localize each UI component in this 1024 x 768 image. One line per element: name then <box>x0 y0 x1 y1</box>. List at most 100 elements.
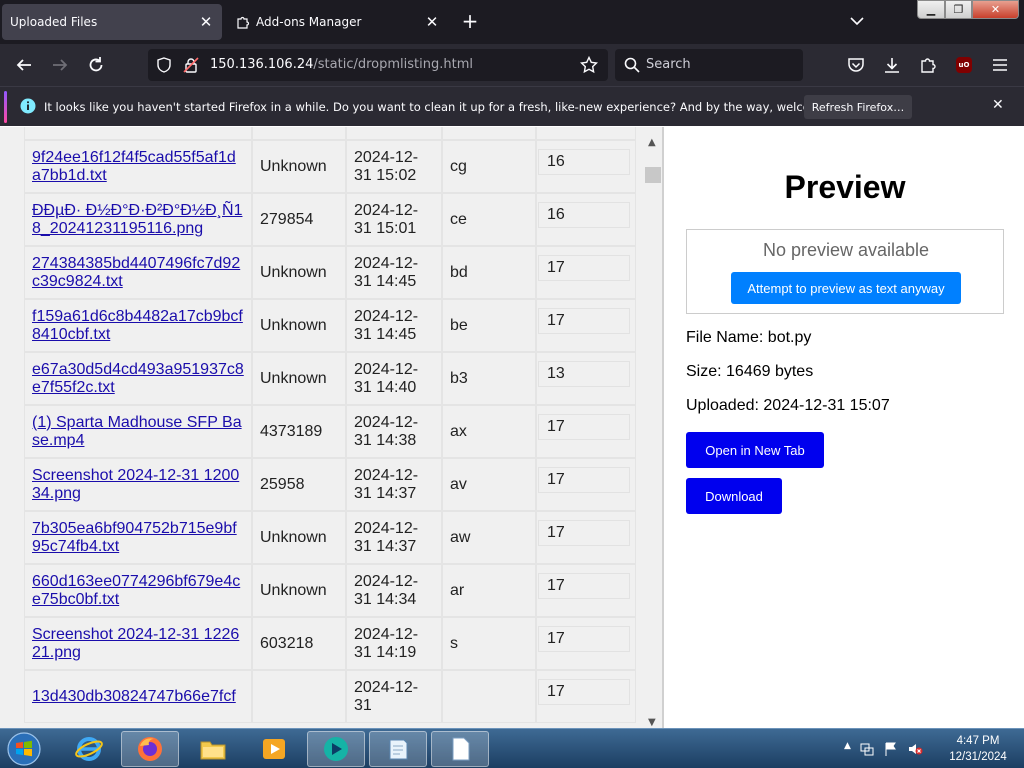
open-new-tab-button[interactable]: Open in New Tab <box>686 432 824 468</box>
file-count-cell: 16 <box>536 140 636 193</box>
file-size-info: Size: 16469 bytes <box>686 363 814 380</box>
close-tab-icon[interactable]: ✕ <box>424 13 440 31</box>
close-notification-icon[interactable]: ✕ <box>992 97 1004 113</box>
window-close-button[interactable]: ✕ <box>972 0 1019 19</box>
close-tab-icon[interactable]: ✕ <box>198 13 214 31</box>
file-size-cell: Unknown <box>252 564 346 617</box>
file-name-cell: 274384385bd4407496fc7d92c39c9824.txt <box>24 246 252 299</box>
file-count-cell: 17 <box>536 617 636 670</box>
hamburger-menu-icon <box>993 59 1007 71</box>
taskbar-internet-explorer[interactable] <box>60 731 118 767</box>
file-size-cell: 603218 <box>252 617 346 670</box>
url-text[interactable]: 150.136.106.24/static/dropmlisting.html <box>210 57 473 72</box>
file-name-cell: e67a30d5d4cd493a951937c8e7f55f2c.txt <box>24 352 252 405</box>
taskbar-app-teal[interactable] <box>307 731 365 767</box>
tab-strip: Uploaded Files ✕ Add-ons Manager ✕ + ▁ ❐… <box>0 0 1024 44</box>
reload-button[interactable] <box>84 53 108 77</box>
file-name-cell: Screenshot 2024-12-31 120034.png <box>24 458 252 511</box>
bookmark-star-icon[interactable] <box>580 56 598 74</box>
start-button[interactable] <box>4 730 44 768</box>
count-value: 17 <box>538 414 630 440</box>
document-icon <box>452 737 470 761</box>
attempt-preview-button[interactable]: Attempt to preview as text anyway <box>731 272 961 304</box>
tab-uploaded-files[interactable]: Uploaded Files ✕ <box>2 4 222 40</box>
file-size-cell <box>252 670 346 723</box>
scroll-up-arrow-icon[interactable]: ▲ <box>648 137 656 148</box>
extensions-button[interactable] <box>916 53 940 77</box>
file-date-cell: 2024-12-31 14:37 <box>346 511 442 564</box>
file-link[interactable]: Screenshot 2024-12-31 120034.png <box>32 467 244 503</box>
action-center-flag-icon[interactable] <box>883 741 899 757</box>
file-code-cell: cg <box>442 140 536 193</box>
vertical-scrollbar[interactable]: ▲ ▼ <box>642 127 662 728</box>
search-bar[interactable]: Search <box>615 49 803 81</box>
taskbar-notepad-window[interactable] <box>369 731 427 767</box>
back-button[interactable] <box>12 53 36 77</box>
file-name-cell: Screenshot 2024-12-31 122621.png <box>24 617 252 670</box>
network-icon[interactable] <box>859 741 875 757</box>
file-table-wrapper: 4663f98e.txtUnknown15:03cj 9f24ee16f12f4f… <box>24 127 636 723</box>
count-value: 13 <box>538 361 630 387</box>
scroll-down-arrow-icon[interactable]: ▼ <box>648 717 656 728</box>
file-link[interactable]: 660d163ee0774296bf679e4ce75bc0bf.txt <box>32 573 244 609</box>
menu-button[interactable] <box>988 53 1012 77</box>
show-hidden-icons-icon[interactable]: ▲ <box>844 741 851 757</box>
file-code-cell: ce <box>442 193 536 246</box>
count-value: 17 <box>538 679 630 705</box>
file-link[interactable]: 274384385bd4407496fc7d92c39c9824.txt <box>32 255 244 291</box>
download-icon <box>885 58 899 73</box>
file-link[interactable]: 13d430db30824747b66e7fcf <box>32 688 244 706</box>
file-count-cell: 13 <box>536 352 636 405</box>
file-link[interactable]: f159a61d6c8b4482a17cb9bcf8410cbf.txt <box>32 308 244 344</box>
count-value: 16 <box>538 202 630 228</box>
taskbar-media-player[interactable] <box>245 731 303 767</box>
search-icon <box>624 57 640 73</box>
downloads-button[interactable] <box>880 53 904 77</box>
file-link[interactable]: (1) Sparta Madhouse SFP Base.mp4 <box>32 414 244 450</box>
table-row: Screenshot 2024-12-31 122621.png 603218 20… <box>24 617 636 670</box>
url-bar[interactable]: 150.136.106.24/static/dropmlisting.html <box>148 49 608 81</box>
file-link[interactable]: Screenshot 2024-12-31 122621.png <box>32 626 244 662</box>
shield-icon[interactable] <box>156 57 172 73</box>
taskbar-firefox[interactable] <box>121 731 179 767</box>
file-date-cell: 2024-12-31 15:02 <box>346 140 442 193</box>
system-clock[interactable]: 4:47 PM 12/31/2024 <box>938 733 1018 765</box>
count-value: 16 <box>538 149 630 175</box>
new-tab-button[interactable]: + <box>458 9 482 33</box>
ublock-extension-button[interactable]: uO <box>952 53 976 77</box>
table-row: 4663f98e.txtUnknown15:03cj <box>24 127 636 140</box>
refresh-firefox-button[interactable]: Refresh Firefox… <box>804 95 912 119</box>
puzzle-icon <box>921 58 936 73</box>
maximize-button[interactable]: ❐ <box>945 0 972 19</box>
download-button[interactable]: Download <box>686 478 782 514</box>
insecure-lock-icon[interactable] <box>183 57 199 73</box>
file-name-cell: 9f24ee16f12f4f5cad55f5af1da7bb1d.txt <box>24 140 252 193</box>
chevron-down-icon[interactable] <box>848 12 866 30</box>
notification-text: It looks like you haven't started Firefo… <box>44 100 864 114</box>
minimize-button[interactable]: ▁ <box>917 0 945 19</box>
volume-muted-icon[interactable] <box>907 741 923 757</box>
file-date-cell: 2024-12-31 15:01 <box>346 193 442 246</box>
pocket-button[interactable] <box>844 53 868 77</box>
file-name-info: File Name: bot.py <box>686 329 812 346</box>
file-link[interactable]: 7b305ea6bf904752b715e9bf95c74fb4.txt <box>32 520 244 556</box>
file-count-cell: 17 <box>536 458 636 511</box>
file-link[interactable]: 9f24ee16f12f4f5cad55f5af1da7bb1d.txt <box>32 149 244 185</box>
taskbar-document-window[interactable] <box>431 731 489 767</box>
tab-addons-manager[interactable]: Add-ons Manager ✕ <box>228 4 448 40</box>
forward-arrow-icon <box>53 59 68 71</box>
scrollbar-thumb[interactable] <box>645 167 661 183</box>
folder-icon <box>200 741 226 760</box>
file-list-pane[interactable]: 4663f98e.txtUnknown15:03cj 9f24ee16f12f4f… <box>0 127 664 728</box>
clock-date: 12/31/2024 <box>949 751 1007 763</box>
window-controls: ▁ ❐ ✕ <box>917 0 1021 19</box>
file-link[interactable]: e67a30d5d4cd493a951937c8e7f55f2c.txt <box>32 361 244 397</box>
file-size-cell: Unknown <box>252 511 346 564</box>
file-code-cell: ar <box>442 564 536 617</box>
file-code-cell: bd <box>442 246 536 299</box>
file-link[interactable]: ÐÐµÐ· Ð½Ð°Ð·Ð²Ð°Ð½Ð¸Ñ18_20241231195116.p… <box>32 202 244 238</box>
taskbar-explorer[interactable] <box>184 731 242 767</box>
forward-button[interactable] <box>48 53 72 77</box>
file-size-cell: Unknown <box>252 352 346 405</box>
file-code-cell: aw <box>442 511 536 564</box>
